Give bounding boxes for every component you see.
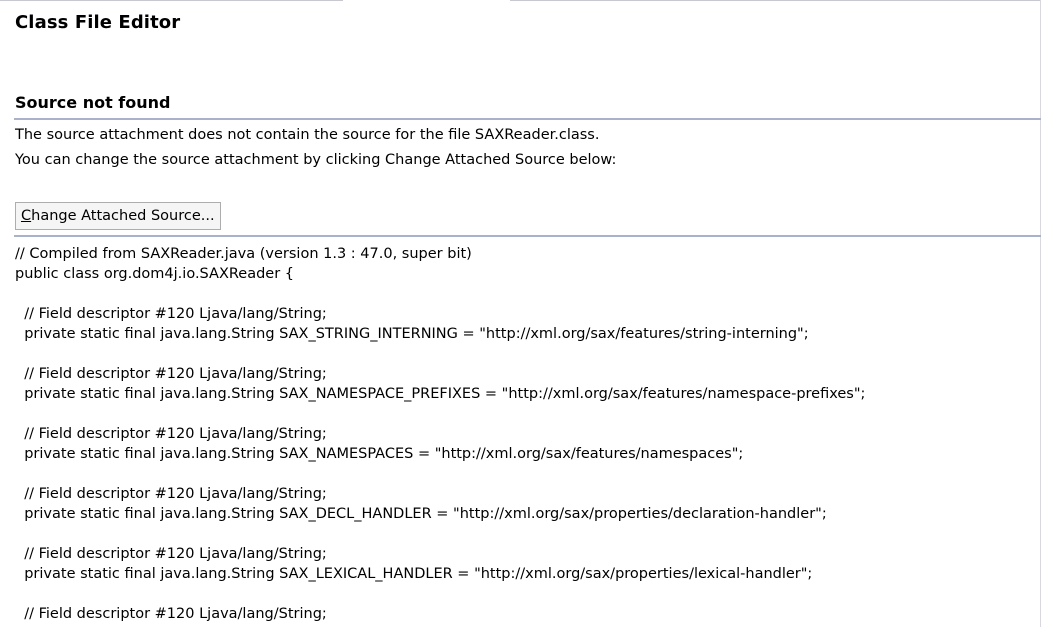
code-comment-line: // Field descriptor #120 Ljava/lang/Stri… (15, 606, 327, 622)
code-line: private static final java.lang.String SA… (15, 386, 866, 402)
button-mnemonic: C (21, 208, 32, 224)
change-source-instructions: You can change the source attachment by … (15, 152, 617, 168)
code-comment-line: // Field descriptor #120 Ljava/lang/Stri… (15, 486, 327, 502)
code-comment-line: // Field descriptor #120 Ljava/lang/Stri… (15, 366, 327, 382)
source-not-found-heading: Source not found (15, 93, 171, 112)
source-attachment-message: The source attachment does not contain t… (15, 127, 600, 143)
active-tab-edge (343, 0, 510, 1)
code-comment-line: // Field descriptor #120 Ljava/lang/Stri… (15, 546, 327, 562)
code-comment-line: // Compiled from SAXReader.java (version… (15, 246, 472, 262)
code-line: public class org.dom4j.io.SAXReader { (15, 266, 295, 282)
editor-title: Class File Editor (15, 12, 181, 33)
code-line: private static final java.lang.String SA… (15, 326, 809, 342)
heading-separator (14, 118, 1041, 120)
code-separator (14, 235, 1041, 237)
code-comment-line: // Field descriptor #120 Ljava/lang/Stri… (15, 426, 327, 442)
code-comment-line: // Field descriptor #120 Ljava/lang/Stri… (15, 306, 327, 322)
code-line: private static final java.lang.String SA… (15, 446, 744, 462)
editor-top-border (0, 0, 1041, 1)
code-line: private static final java.lang.String SA… (15, 506, 827, 522)
button-label: hange Attached Source... (31, 208, 215, 224)
change-attached-source-button[interactable]: Change Attached Source... (15, 202, 221, 230)
code-line: private static final java.lang.String SA… (15, 566, 813, 582)
disassembled-code-view[interactable]: // Compiled from SAXReader.java (version… (15, 244, 1035, 627)
